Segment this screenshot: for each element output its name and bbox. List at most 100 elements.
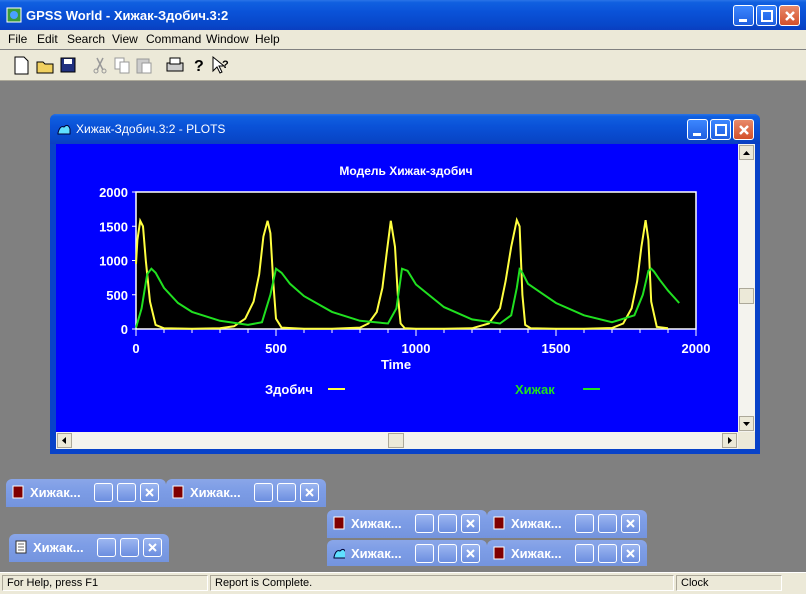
close-button[interactable] — [621, 544, 640, 563]
app-titlebar[interactable]: GPSS World - Хижак-Здобич.3:2 — [0, 0, 806, 30]
paste-icon[interactable] — [133, 54, 155, 76]
scroll-thumb[interactable] — [739, 288, 754, 304]
svg-text:?: ? — [222, 59, 229, 71]
maximize-button[interactable] — [438, 514, 457, 533]
minimized-window-3[interactable]: Хижак... — [327, 510, 487, 538]
svg-text:?: ? — [194, 58, 204, 75]
menu-edit[interactable]: Edit — [37, 32, 58, 46]
toolbar: ? ? — [0, 50, 806, 81]
status-message: Report is Complete. — [210, 575, 674, 591]
scroll-corner — [738, 432, 755, 449]
x-tick-label: 0 — [132, 341, 139, 356]
scroll-left-button[interactable] — [57, 433, 72, 448]
maximize-button[interactable] — [598, 544, 617, 563]
menu-file[interactable]: File — [8, 32, 27, 46]
gpss-app-icon[interactable] — [6, 7, 22, 23]
minimized-window-label: Хижак... — [33, 540, 84, 555]
maximize-button[interactable] — [117, 483, 136, 502]
maximize-button[interactable] — [120, 538, 139, 557]
menu-help[interactable]: Help — [255, 32, 280, 46]
plots-window-border — [50, 449, 760, 453]
menu-bar: File Edit Search View Command Window Hel… — [0, 30, 806, 49]
minimized-window-label: Хижак... — [511, 516, 562, 531]
y-tick-label: 1500 — [99, 219, 128, 234]
minimized-window-label: Хижак... — [190, 485, 241, 500]
plots-titlebar[interactable]: Хижак-Здобич.3:2 - PLOTS — [50, 114, 760, 144]
print-icon[interactable] — [164, 54, 186, 76]
x-tick-label: 500 — [265, 341, 287, 356]
plot-canvas: Модель Хижак-здобич 2000 1500 1000 500 0 0 500 1… — [56, 144, 738, 432]
status-bar: For Help, press F1 Report is Complete. C… — [0, 572, 806, 594]
maximize-button[interactable] — [756, 5, 777, 26]
y-tick-label: 500 — [106, 288, 128, 303]
close-button[interactable] — [140, 483, 159, 502]
x-axis-label: Time — [381, 357, 411, 372]
minimized-window-6[interactable]: Хижак... — [327, 540, 487, 566]
chart-title: Модель Хижак-здобич — [339, 164, 472, 178]
help-icon[interactable]: ? — [187, 54, 209, 76]
plot-icon — [333, 548, 345, 559]
vertical-scrollbar[interactable] — [738, 144, 755, 432]
maximize-button[interactable] — [438, 544, 457, 563]
minimized-window-4[interactable]: Хижак... — [487, 510, 647, 538]
close-button[interactable] — [461, 514, 480, 533]
copy-icon[interactable] — [111, 54, 133, 76]
restore-button[interactable] — [415, 514, 434, 533]
y-tick-label: 1000 — [99, 254, 128, 269]
menu-view[interactable]: View — [112, 32, 138, 46]
scroll-up-button[interactable] — [739, 145, 754, 160]
y-tick-label: 2000 — [99, 185, 128, 200]
minimized-window-label: Хижак... — [30, 485, 81, 500]
minimized-window-5[interactable]: Хижак... — [9, 534, 169, 562]
maximize-button[interactable] — [277, 483, 296, 502]
report-icon — [12, 485, 24, 499]
x-tick-label: 1500 — [542, 341, 571, 356]
restore-button[interactable] — [575, 544, 594, 563]
minimized-window-1[interactable]: Хижак... — [6, 479, 166, 507]
cut-icon[interactable] — [89, 54, 111, 76]
restore-button[interactable] — [415, 544, 434, 563]
close-button[interactable] — [621, 514, 640, 533]
context-help-icon[interactable]: ? — [209, 54, 231, 76]
plots-maximize-button[interactable] — [710, 119, 731, 140]
open-icon[interactable] — [34, 54, 56, 76]
close-button[interactable] — [779, 5, 800, 26]
horizontal-scrollbar[interactable] — [56, 432, 738, 449]
x-tick-label: 1000 — [402, 341, 431, 356]
plots-minimize-button[interactable] — [687, 119, 708, 140]
restore-button[interactable] — [94, 483, 113, 502]
close-button[interactable] — [300, 483, 319, 502]
menu-window[interactable]: Window — [206, 32, 249, 46]
save-icon[interactable] — [57, 54, 79, 76]
app-title: GPSS World - Хижак-Здобич.3:2 — [26, 8, 229, 23]
report-icon — [493, 546, 505, 560]
plots-close-button[interactable] — [733, 119, 754, 140]
minimized-window-label: Хижак... — [511, 546, 562, 561]
x-tick-label: 2000 — [682, 341, 711, 356]
restore-button[interactable] — [254, 483, 273, 502]
scroll-down-button[interactable] — [739, 416, 754, 431]
restore-button[interactable] — [575, 514, 594, 533]
scroll-right-button[interactable] — [722, 433, 737, 448]
new-icon[interactable] — [10, 54, 32, 76]
minimize-button[interactable] — [733, 5, 754, 26]
menu-command[interactable]: Command — [146, 32, 201, 46]
report-icon — [333, 516, 345, 530]
menu-search[interactable]: Search — [67, 32, 105, 46]
y-tick-label: 0 — [121, 322, 128, 337]
close-button[interactable] — [461, 544, 480, 563]
minimized-window-2[interactable]: Хижак... — [166, 479, 326, 507]
chart: Модель Хижак-здобич 2000 1500 1000 500 00 500 1… — [99, 164, 711, 397]
maximize-button[interactable] — [598, 514, 617, 533]
plot-window-icon[interactable] — [56, 121, 72, 137]
plot-area — [135, 191, 697, 330]
restore-button[interactable] — [97, 538, 116, 557]
status-help-text: For Help, press F1 — [2, 575, 208, 591]
minimized-window-7[interactable]: Хижак... — [487, 540, 647, 566]
report-icon — [493, 516, 505, 530]
report-icon — [172, 485, 184, 499]
hscroll-thumb[interactable] — [388, 433, 404, 448]
close-button[interactable] — [143, 538, 162, 557]
model-text-icon — [15, 540, 27, 554]
minimized-window-label: Хижак... — [351, 546, 402, 561]
